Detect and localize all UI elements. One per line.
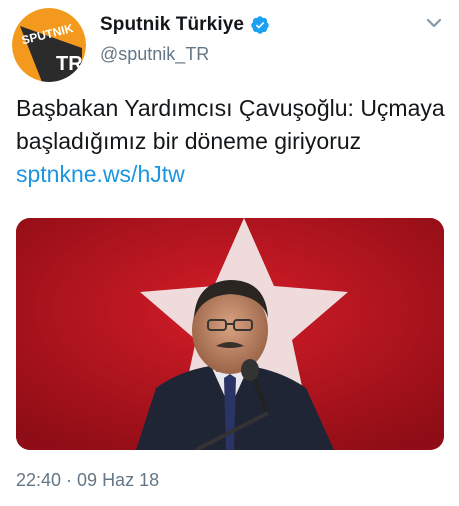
tweet-text: Başbakan Yardımcısı Çavuşoğlu: Uçmaya ba… — [16, 92, 446, 191]
author-name-row[interactable]: Sputnik Türkiye — [100, 14, 270, 36]
tweet-card[interactable]: SPUTNIK TR Sputnik Türkiye @sputnik_TR B… — [0, 0, 459, 506]
tweet-timestamp[interactable]: 22:40 · 09 Haz 18 — [16, 470, 159, 491]
avatar[interactable]: SPUTNIK TR — [12, 8, 86, 82]
display-name[interactable]: Sputnik Türkiye — [100, 14, 244, 36]
photo-image — [16, 218, 444, 450]
chevron-down-icon[interactable] — [423, 12, 445, 34]
sputnik-logo-icon: SPUTNIK TR — [12, 8, 86, 82]
tweet-photo[interactable] — [16, 218, 444, 450]
avatar-logo-tr: TR — [56, 53, 83, 75]
tweet-link[interactable]: sptnkne.ws/hJtw — [16, 161, 185, 187]
verified-badge-icon — [250, 15, 270, 35]
tweet-body: Başbakan Yardımcısı Çavuşoğlu: Uçmaya ba… — [16, 95, 445, 154]
user-handle[interactable]: @sputnik_TR — [100, 44, 209, 65]
